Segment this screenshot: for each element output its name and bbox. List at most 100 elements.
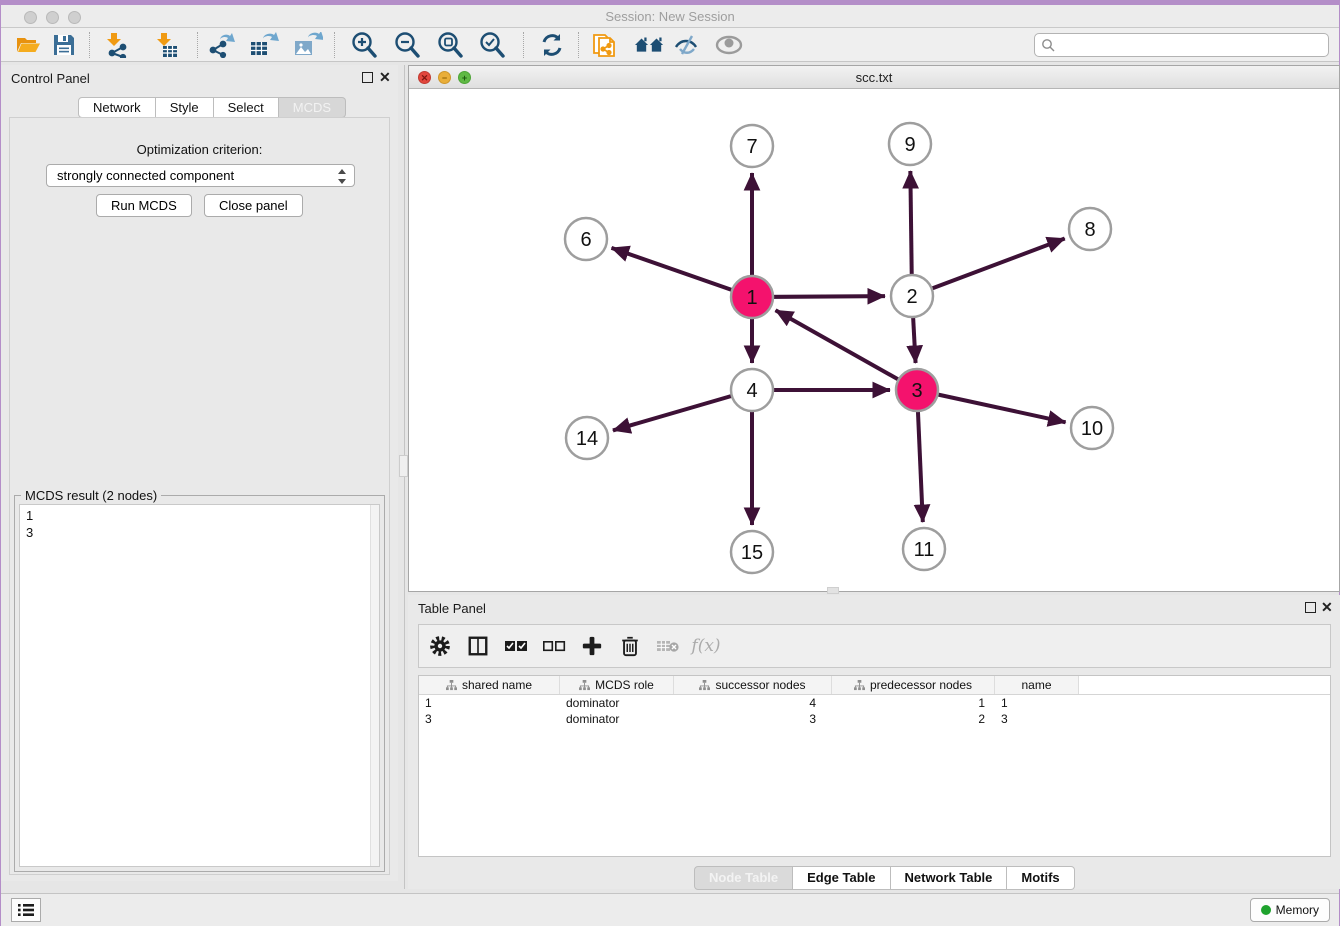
graph-node-label-6: 6 xyxy=(580,229,591,251)
graph-node-label-8: 8 xyxy=(1084,219,1095,241)
tab-node-table[interactable]: Node Table xyxy=(694,866,793,890)
cell-name[interactable]: 1 xyxy=(995,695,1079,711)
tab-network-table[interactable]: Network Table xyxy=(891,866,1008,890)
network-window-titlebar[interactable]: ✕ − + scc.txt xyxy=(409,66,1339,89)
delete-column-button[interactable] xyxy=(613,629,647,663)
table-settings-button[interactable] xyxy=(423,629,457,663)
tab-motifs[interactable]: Motifs xyxy=(1007,866,1074,890)
trash-icon xyxy=(620,635,640,657)
hide-graphics-button[interactable] xyxy=(672,31,702,59)
table-row[interactable]: 1 dominator 4 1 1 xyxy=(419,695,1330,711)
close-panel-icon[interactable]: ✕ xyxy=(379,70,391,84)
cell-successor-nodes[interactable]: 3 xyxy=(674,711,832,727)
export-table-button[interactable] xyxy=(249,31,279,59)
float-panel-icon[interactable] xyxy=(362,72,373,83)
export-network-button[interactable] xyxy=(207,31,237,59)
cell-predecessor-nodes[interactable]: 1 xyxy=(832,695,995,711)
zoom-selected-icon xyxy=(478,31,506,59)
cell-mcds-role[interactable]: dominator xyxy=(560,695,674,711)
graph-node-label-4: 4 xyxy=(746,380,757,402)
import-table-icon xyxy=(153,32,179,58)
edge-layer xyxy=(611,171,1065,525)
export-network-icon xyxy=(208,32,236,58)
column-header-shared-name[interactable]: shared name xyxy=(419,676,560,694)
tab-edge-table[interactable]: Edge Table xyxy=(793,866,890,890)
double-home-icon xyxy=(634,33,664,57)
graph-node-label-2: 2 xyxy=(906,286,917,308)
toolbar-separator xyxy=(523,32,524,58)
graph-edge-3-1[interactable] xyxy=(776,310,917,390)
horizontal-split-handle[interactable] xyxy=(827,587,839,594)
network-graph[interactable]: 1234678910111415 xyxy=(409,89,1339,591)
vertical-split-divider[interactable] xyxy=(404,65,405,889)
task-history-button[interactable] xyxy=(11,898,41,922)
close-panel-button[interactable]: Close panel xyxy=(204,194,303,217)
home-layout-button[interactable] xyxy=(634,31,664,59)
search-icon xyxy=(1041,38,1055,52)
run-mcds-button[interactable]: Run MCDS xyxy=(96,194,192,217)
network-file-icon xyxy=(592,31,618,59)
search-input[interactable] xyxy=(1059,36,1328,54)
column-header-mcds-role[interactable]: MCDS role xyxy=(560,676,674,694)
tab-mcds[interactable]: MCDS xyxy=(279,97,346,118)
graph-node-label-3: 3 xyxy=(911,380,922,402)
save-session-button[interactable] xyxy=(49,31,79,59)
show-column-button[interactable] xyxy=(461,629,495,663)
cell-shared-name[interactable]: 1 xyxy=(419,695,560,711)
table-panel-tabs: Node Table Edge Table Network Table Moti… xyxy=(694,866,1075,890)
tab-style[interactable]: Style xyxy=(156,97,214,118)
tab-network[interactable]: Network xyxy=(78,97,156,118)
vertical-split-handle[interactable] xyxy=(399,455,408,477)
column-header-successor-nodes[interactable]: successor nodes xyxy=(674,676,832,694)
mcds-result-textarea[interactable]: 1 3 xyxy=(19,504,380,867)
result-line: 3 xyxy=(26,524,373,541)
graph-edge-2-8[interactable] xyxy=(912,239,1065,296)
memory-button[interactable]: Memory xyxy=(1250,898,1330,922)
search-field[interactable] xyxy=(1034,33,1329,57)
optimization-criterion-label: Optimization criterion: xyxy=(10,142,389,157)
result-scrollbar[interactable] xyxy=(370,505,379,866)
column-type-icon xyxy=(446,680,457,691)
cell-name[interactable]: 3 xyxy=(995,711,1079,727)
graph-node-label-9: 9 xyxy=(904,134,915,156)
column-label: successor nodes xyxy=(715,678,805,692)
gear-icon xyxy=(429,635,451,657)
zoom-out-button[interactable] xyxy=(392,31,422,59)
select-all-button[interactable] xyxy=(499,629,533,663)
add-column-button[interactable] xyxy=(575,629,609,663)
open-file-button[interactable] xyxy=(13,31,43,59)
zoom-in-button[interactable] xyxy=(349,31,379,59)
import-table-button[interactable] xyxy=(151,31,181,59)
refresh-button[interactable] xyxy=(537,31,567,59)
tab-select[interactable]: Select xyxy=(214,97,279,118)
column-header-name[interactable]: name xyxy=(995,676,1079,694)
zoom-fit-button[interactable] xyxy=(435,31,465,59)
optimization-criterion-dropdown[interactable]: strongly connected component xyxy=(46,164,355,187)
float-table-panel-icon[interactable] xyxy=(1305,602,1316,613)
cell-mcds-role[interactable]: dominator xyxy=(560,711,674,727)
show-graphics-button[interactable] xyxy=(714,31,744,59)
table-panel-header: Table Panel ✕ xyxy=(408,595,1340,621)
delete-table-button-disabled xyxy=(651,629,685,663)
mcds-result-groupbox: MCDS result (2 nodes) 1 3 xyxy=(14,495,385,872)
zoom-selected-button[interactable] xyxy=(477,31,507,59)
window-title: Session: New Session xyxy=(1,9,1339,24)
cell-predecessor-nodes[interactable]: 2 xyxy=(832,711,995,727)
zoom-in-icon xyxy=(350,31,378,59)
toolbar-separator xyxy=(197,32,198,58)
import-network-button[interactable] xyxy=(101,31,131,59)
export-image-button[interactable] xyxy=(293,31,323,59)
cell-successor-nodes[interactable]: 4 xyxy=(674,695,832,711)
graph-edge-3-10[interactable] xyxy=(917,390,1066,422)
network-window-title: scc.txt xyxy=(409,70,1339,85)
deselect-all-button[interactable] xyxy=(537,629,571,663)
toolbar-separator xyxy=(334,32,335,58)
close-table-panel-icon[interactable]: ✕ xyxy=(1321,600,1333,614)
graph-edge-1-6[interactable] xyxy=(611,248,752,297)
memory-status-icon xyxy=(1261,905,1271,915)
cell-shared-name[interactable]: 3 xyxy=(419,711,560,727)
column-header-predecessor-nodes[interactable]: predecessor nodes xyxy=(832,676,995,694)
table-row[interactable]: 3 dominator 3 2 3 xyxy=(419,711,1330,727)
network-from-file-button[interactable] xyxy=(590,31,620,59)
control-panel-title: Control Panel xyxy=(11,71,90,86)
